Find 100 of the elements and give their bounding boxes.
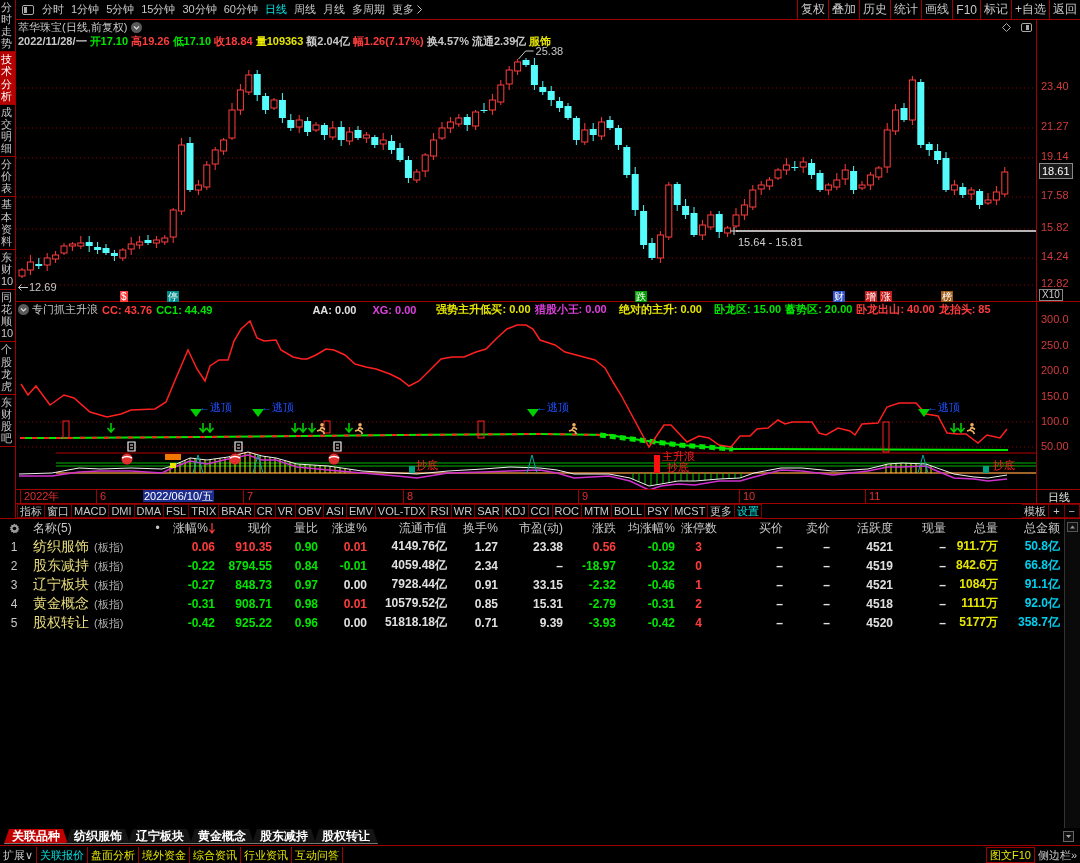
indicator-tab[interactable]: PSY xyxy=(645,504,673,518)
toolbar-button[interactable]: F10 xyxy=(952,0,980,19)
indicator-tab[interactable]: MTM xyxy=(582,504,613,518)
settings-tab[interactable]: 设置 xyxy=(735,504,763,518)
stock-name[interactable]: 黄金概念 xyxy=(33,594,89,613)
more-button[interactable]: 更多 xyxy=(389,0,425,19)
indicator-tab[interactable]: MACD xyxy=(72,504,110,518)
sidebar-tab[interactable]: 成交明细 xyxy=(0,104,15,158)
sidebar-toggle-button[interactable]: 侧边栏» xyxy=(1034,846,1080,863)
indicator-tab[interactable]: KDJ xyxy=(502,504,529,518)
indicator-tab[interactable]: BRAR xyxy=(219,504,255,518)
toolbar-button[interactable]: +自选 xyxy=(1011,0,1049,19)
bottom-bar-tab[interactable]: 境外资金 xyxy=(139,846,191,863)
column-header[interactable]: 涨跌 xyxy=(563,519,616,537)
dropdown-icon[interactable] xyxy=(131,21,143,33)
sidebar-tab[interactable]: 基本资料 xyxy=(0,197,15,250)
column-header[interactable]: • xyxy=(150,521,165,535)
sidebar-tab[interactable]: 分价表 xyxy=(0,157,15,198)
template-button[interactable]: 模板 xyxy=(1022,504,1050,518)
settings-icon[interactable] xyxy=(8,522,20,534)
period-tab[interactable]: 1分钟 xyxy=(68,0,103,19)
bottom-tab[interactable]: 股东减持 xyxy=(252,829,316,844)
column-header[interactable]: 卖价 xyxy=(783,519,830,537)
period-tab[interactable]: 15分钟 xyxy=(138,0,179,19)
scroll-up-arrow-icon[interactable] xyxy=(1067,522,1078,532)
column-header[interactable]: 活跃度 xyxy=(830,519,893,537)
toolbar-button[interactable]: 统计 xyxy=(890,0,922,19)
sidebar-tab[interactable]: 东财10 xyxy=(0,249,15,291)
scrollbar-track[interactable] xyxy=(1064,519,1080,828)
indicator-tab[interactable]: ROC xyxy=(552,504,582,518)
stock-name[interactable]: 辽宁板块 xyxy=(33,575,89,594)
indicator-tab[interactable]: RSI xyxy=(428,504,452,518)
bottom-bar-tab[interactable]: 关联报价 xyxy=(37,846,89,863)
bottom-tab[interactable]: 黄金概念 xyxy=(190,829,254,844)
bottom-bar-tab[interactable]: 盘面分析 xyxy=(88,846,140,863)
scale-label[interactable]: X10 xyxy=(1039,289,1063,301)
period-tab[interactable]: 多周期 xyxy=(349,0,388,19)
toolbar-button[interactable]: 复权 xyxy=(797,0,829,19)
bottom-bar-tab[interactable]: 综合资讯 xyxy=(190,846,242,863)
period-tab[interactable]: 30分钟 xyxy=(179,0,220,19)
period-tab[interactable]: 日线 xyxy=(262,0,290,19)
indicator-tab[interactable]: VOL-TDX xyxy=(375,504,429,518)
column-header[interactable]: 总量 xyxy=(946,519,998,537)
indicator-tab[interactable]: DMA xyxy=(134,504,164,518)
indicator-tab[interactable]: FSL xyxy=(164,504,190,518)
indicator-tab[interactable]: BOLL xyxy=(612,504,646,518)
period-tab[interactable]: 月线 xyxy=(320,0,348,19)
indicator-tab[interactable]: DMI xyxy=(109,504,135,518)
column-header[interactable]: 涨速% xyxy=(318,519,367,537)
event-marker[interactable]: 增 xyxy=(865,291,877,302)
column-header[interactable]: 涨幅% xyxy=(165,519,215,537)
column-header[interactable]: 现价 xyxy=(215,519,272,537)
f10-button[interactable]: 图文F10 xyxy=(985,846,1035,863)
column-header[interactable]: 现量 xyxy=(893,519,946,537)
indicator-tab[interactable]: 更多 xyxy=(708,504,736,518)
diamond-icon[interactable] xyxy=(1002,22,1011,32)
toolbar-button[interactable]: 叠加 xyxy=(828,0,860,19)
expand-button[interactable]: 扩展∨ xyxy=(0,846,38,863)
indicator-tab[interactable]: ASI xyxy=(324,504,347,518)
dropdown-icon[interactable] xyxy=(18,304,29,315)
event-marker[interactable]: 财 xyxy=(833,291,845,302)
toolbar-button[interactable]: 标记 xyxy=(980,0,1011,19)
indicator-tab[interactable]: MCST xyxy=(672,504,709,518)
column-header[interactable]: 名称(5) xyxy=(28,519,150,537)
period-tab[interactable]: 周线 xyxy=(291,0,319,19)
period-tab[interactable]: 60分钟 xyxy=(220,0,261,19)
sidebar-tab[interactable]: 东财股吧 xyxy=(0,394,15,448)
indicator-tab[interactable]: 窗口 xyxy=(45,504,72,518)
column-header[interactable]: 市盈(动) xyxy=(498,519,563,537)
add-button[interactable]: + xyxy=(1049,504,1065,518)
toolbar-button[interactable]: 返回 xyxy=(1049,0,1080,19)
indicator-tab[interactable]: OBV xyxy=(296,504,325,518)
event-marker[interactable]: 涨 xyxy=(880,291,892,302)
indicator-tab[interactable]: CR xyxy=(254,504,276,518)
event-marker[interactable]: 榜 xyxy=(941,291,953,302)
bottom-tab[interactable]: 股权转让 xyxy=(314,829,378,844)
column-header[interactable]: 流通市值 xyxy=(367,519,447,537)
dropdown-icon[interactable] xyxy=(1063,831,1074,842)
column-header[interactable]: 换手% xyxy=(447,519,498,537)
toolbar-button[interactable]: 画线 xyxy=(921,0,953,19)
column-header[interactable]: 总金额 xyxy=(998,519,1060,537)
indicator-tab[interactable]: TRIX xyxy=(189,504,220,518)
period-label[interactable]: 日线 xyxy=(1047,490,1070,503)
indicator-tab[interactable]: VR xyxy=(275,504,296,518)
bottom-tab[interactable]: 辽宁板块 xyxy=(128,829,192,844)
panel-toggle-icon[interactable] xyxy=(22,4,34,15)
indicator-tab[interactable]: SAR xyxy=(475,504,503,518)
stock-name[interactable]: 纺织服饰 xyxy=(33,537,89,556)
panel-toggle-icon[interactable] xyxy=(1021,22,1032,32)
stock-name[interactable]: 股权转让 xyxy=(33,613,89,632)
indicator-tab[interactable]: WR xyxy=(451,504,476,518)
indicator-tab[interactable]: 指标 xyxy=(17,504,45,518)
event-marker[interactable]: $ xyxy=(120,291,128,302)
indicator-tab[interactable]: CCI xyxy=(528,504,553,518)
column-header[interactable]: 量比 xyxy=(272,519,318,537)
event-marker[interactable]: 停 xyxy=(167,291,179,302)
period-tab[interactable]: 5分钟 xyxy=(103,0,138,19)
sidebar-tab[interactable]: 同花顺10 xyxy=(0,290,15,343)
indicator-tab[interactable]: EMV xyxy=(346,504,376,518)
remove-button[interactable]: − xyxy=(1064,504,1080,518)
